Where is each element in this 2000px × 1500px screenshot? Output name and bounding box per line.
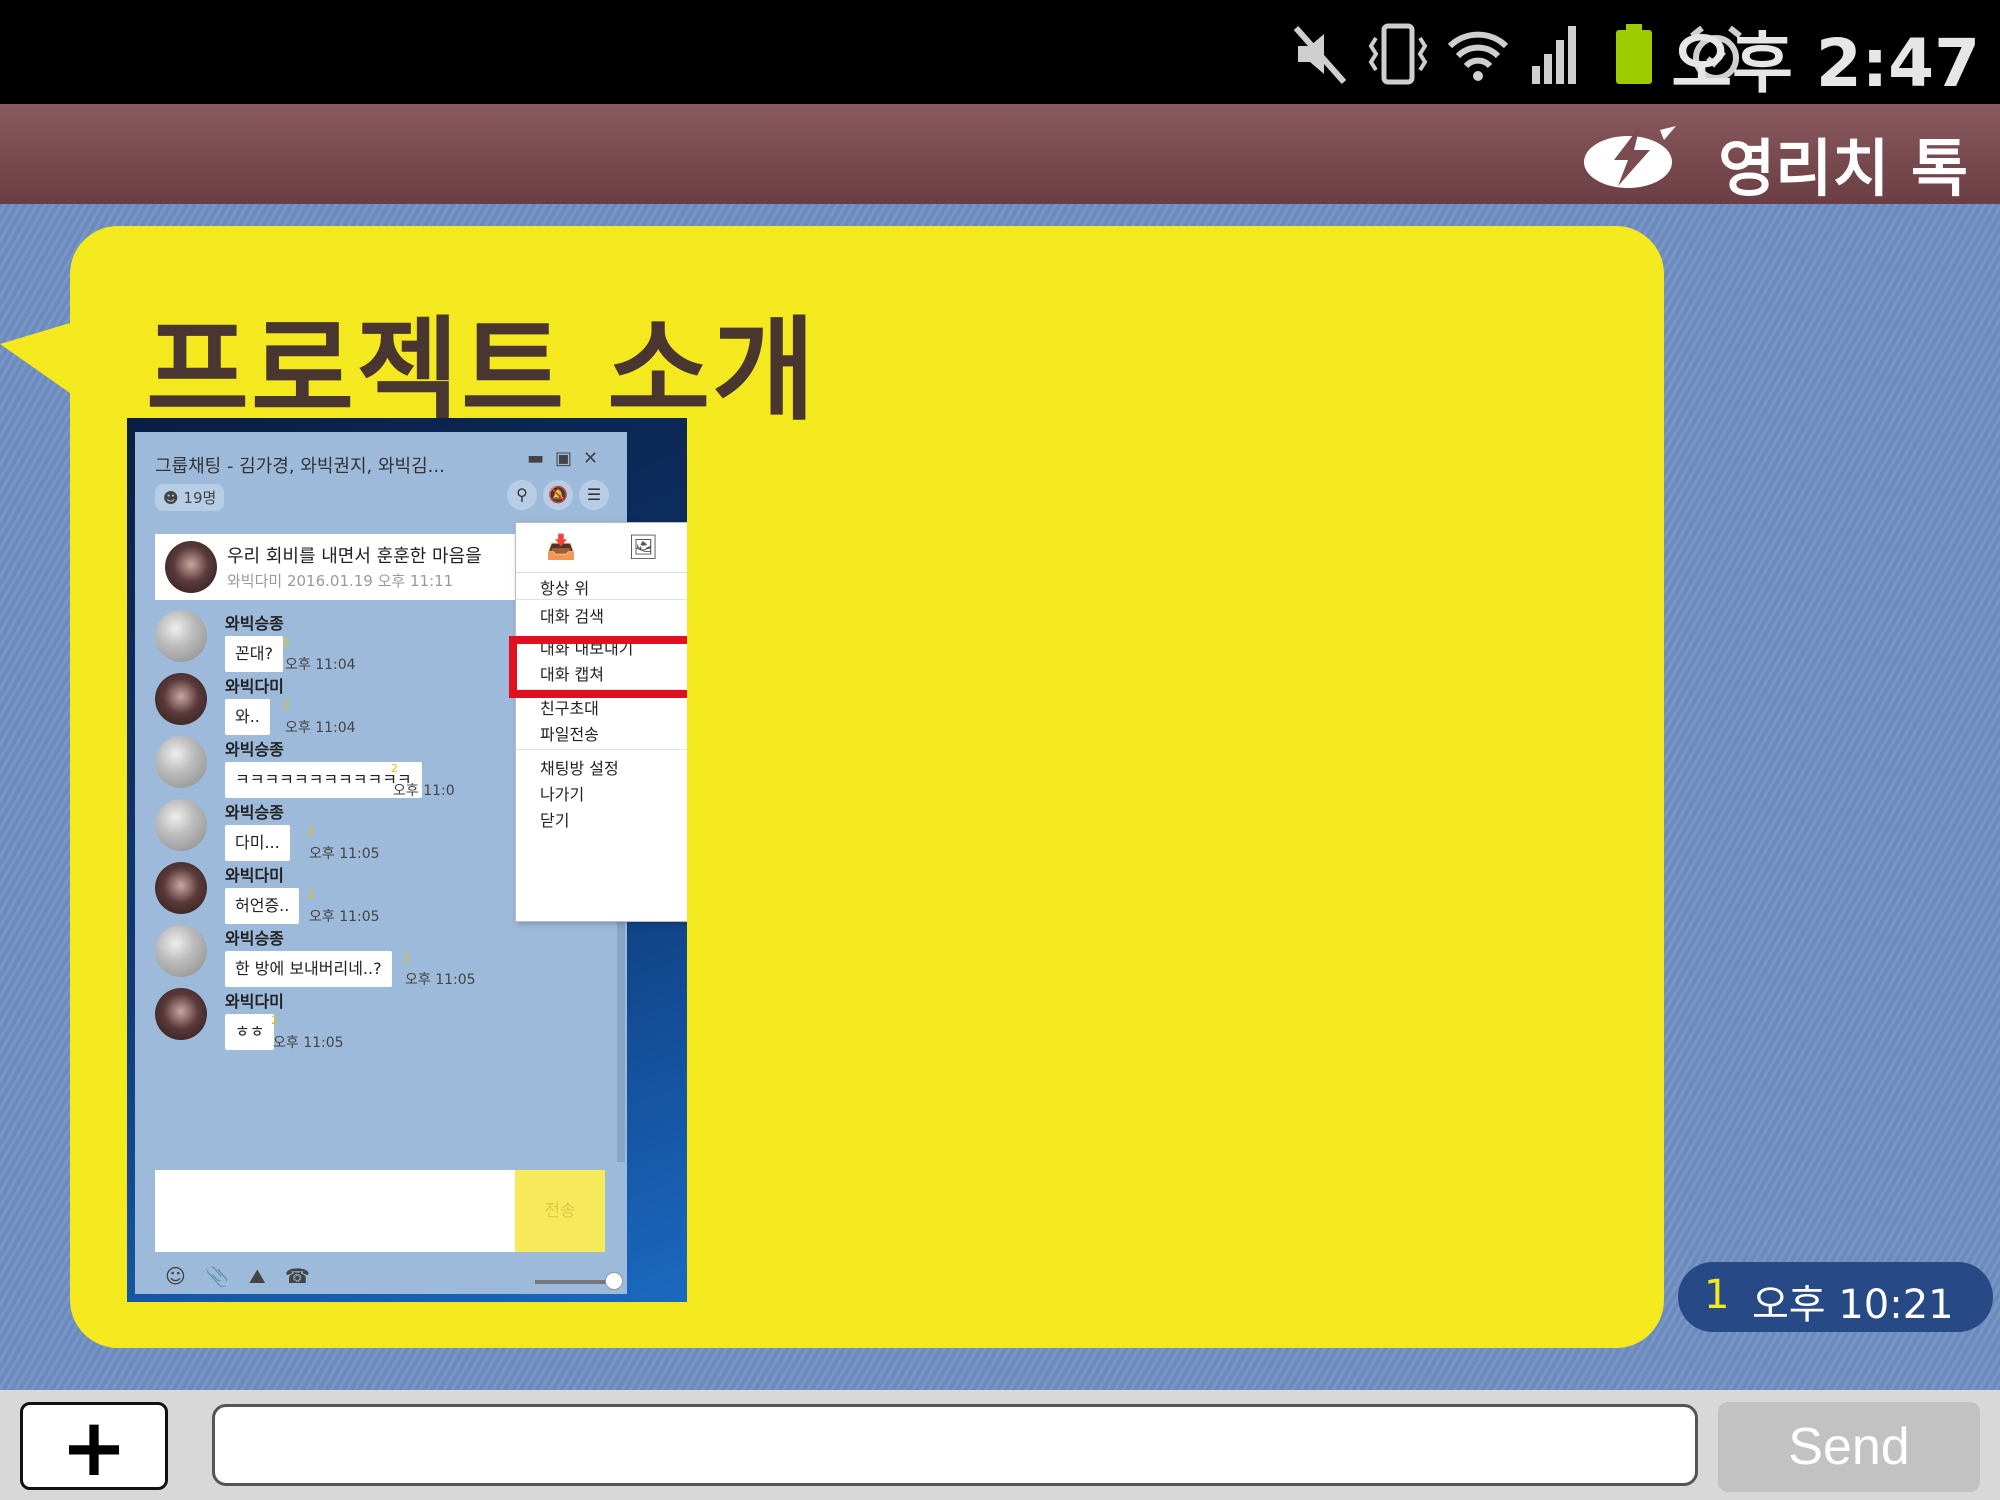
message-time: 오후 11:04 <box>285 720 356 736</box>
message-sender: 와빅승종 <box>225 803 284 822</box>
status-bar: 오후 2:47 <box>0 0 2000 104</box>
menu-icon[interactable]: ☰ <box>579 480 609 510</box>
message-unread: 2 <box>271 1014 278 1027</box>
message-time: 오후 11:05 <box>405 972 476 988</box>
notice-meta: 와빅다미 2016.01.19 오후 11:11 <box>227 572 454 590</box>
message-text: 꼰대? <box>225 636 283 672</box>
add-button[interactable]: + <box>20 1402 168 1491</box>
vibrate-icon <box>1368 23 1428 85</box>
archive-icon[interactable]: 📥 <box>546 533 576 561</box>
chat-toolbar: ☺ 📎 ⛰ ☎ <box>165 1264 310 1288</box>
lightning-logo-icon <box>1584 126 1676 188</box>
chat-window-title: 그룹채팅 - 김가경, 와빅권지, 와빅김... <box>155 456 445 477</box>
message-time: 오후 10:21 <box>1752 1282 1954 1328</box>
maximize-icon[interactable]: ▣ <box>555 448 572 469</box>
message-sender: 와빅승종 <box>225 614 284 633</box>
context-menu-item[interactable]: 채팅방 설정 <box>540 755 619 779</box>
status-clock: 오후 2:47 <box>1671 25 1980 102</box>
bottom-input-bar: + Send <box>0 1390 2000 1500</box>
person-icon: ☻ <box>163 489 184 507</box>
message-sender: 와빅다미 <box>225 866 284 885</box>
message-unread: 2 <box>283 636 290 649</box>
emoticon-icon[interactable]: ☺ <box>165 1264 186 1288</box>
context-menu-item[interactable]: 나가기 <box>540 781 584 805</box>
member-count-badge: ☻ 19명 <box>155 484 225 511</box>
message-sender: 와빅다미 <box>225 992 284 1011</box>
message-input[interactable] <box>212 1404 1698 1486</box>
context-menu-item[interactable]: 친구초대 <box>540 695 599 719</box>
message-sender: 와빅승종 <box>225 929 284 948</box>
chat-window: 그룹채팅 - 김가경, 와빅권지, 와빅김... ☻ 19명 ▬ ▣ ✕ ⚲ 🔕… <box>135 432 687 1294</box>
unread-count: 1 <box>1704 1272 1730 1318</box>
gallery-icon[interactable]: 🖼 <box>628 533 658 561</box>
highlight-box <box>509 636 687 698</box>
context-menu-item[interactable]: 닫기 <box>540 807 569 831</box>
message-unread: 2 <box>307 825 314 838</box>
chat-input[interactable] <box>155 1170 515 1252</box>
chat-send-button[interactable]: 전송 <box>515 1170 605 1252</box>
bubble-tail <box>0 320 80 400</box>
avatar[interactable] <box>155 862 207 914</box>
member-count: 19명 <box>183 489 217 507</box>
menu-divider <box>516 599 687 600</box>
timestamp-pill: 1 오후 10:21 <box>1678 1262 1993 1332</box>
chat-message[interactable]: 와빅다미 ㅎㅎ 2 오후 11:05 <box>155 988 615 1068</box>
message-unread: 2 <box>307 888 314 901</box>
message-text: ㅎㅎ <box>225 1014 275 1050</box>
message-text: 다미... <box>225 825 290 861</box>
embedded-screenshot[interactable]: 그룹채팅 - 김가경, 와빅권지, 와빅김... ☻ 19명 ▬ ▣ ✕ ⚲ 🔕… <box>127 418 687 1302</box>
phone-icon[interactable]: ☎ <box>285 1264 310 1288</box>
avatar[interactable] <box>155 736 207 788</box>
close-icon[interactable]: ✕ <box>583 448 598 469</box>
wifi-icon <box>1447 31 1509 81</box>
notice-text: 우리 회비를 내면서 훈훈한 마음을 <box>227 546 482 567</box>
context-menu-icons: 📥 🖼 <box>516 523 687 573</box>
context-menu-item[interactable]: 파일전송 <box>540 721 599 745</box>
menu-divider <box>516 749 687 750</box>
slider-knob[interactable] <box>605 1272 623 1290</box>
notification-off-icon[interactable]: 🔕 <box>543 480 573 510</box>
minimize-icon[interactable]: ▬ <box>527 448 544 469</box>
avatar <box>165 541 217 593</box>
context-menu-item[interactable]: 항상 위 <box>540 575 589 599</box>
send-button[interactable]: Send <box>1718 1402 1980 1492</box>
avatar[interactable] <box>155 925 207 977</box>
image-icon[interactable]: ⛰ <box>249 1264 266 1288</box>
mute-icon <box>1293 26 1347 84</box>
avatar[interactable] <box>155 673 207 725</box>
message-time: 오후 11:05 <box>273 1035 344 1051</box>
message-unread: 2 <box>403 951 410 964</box>
avatar[interactable] <box>155 988 207 1040</box>
avatar[interactable] <box>155 610 207 662</box>
message-sender: 와빅다미 <box>225 677 284 696</box>
message-text: 와.. <box>225 699 270 735</box>
message-text: 허언증.. <box>225 888 300 924</box>
message-text: 한 방에 보내버리네..? <box>225 951 392 987</box>
message-time: 오후 11:0 <box>393 783 455 799</box>
signal-icon <box>1532 26 1576 84</box>
message-unread: 2 <box>391 762 398 775</box>
app-header: 영리치 톡 <box>0 104 2000 205</box>
app-title: 영리치 톡 <box>1718 132 1968 205</box>
message-time: 오후 11:05 <box>309 909 380 925</box>
search-icon[interactable]: ⚲ <box>507 480 537 510</box>
message-time: 오후 11:04 <box>285 657 356 673</box>
attach-icon[interactable]: 📎 <box>205 1264 230 1288</box>
battery-icon <box>1616 24 1652 84</box>
context-menu: 📥 🖼 항상 위 대화 검색 대화 내보내기 대화 캡쳐 친구초대 파일전송 채팅방 설정 나… <box>515 522 687 922</box>
message-time: 오후 11:05 <box>309 846 380 862</box>
context-menu-item[interactable]: 대화 검색 <box>540 603 604 627</box>
avatar[interactable] <box>155 799 207 851</box>
message-unread: 2 <box>283 699 290 712</box>
message-sender: 와빅승종 <box>225 740 284 759</box>
